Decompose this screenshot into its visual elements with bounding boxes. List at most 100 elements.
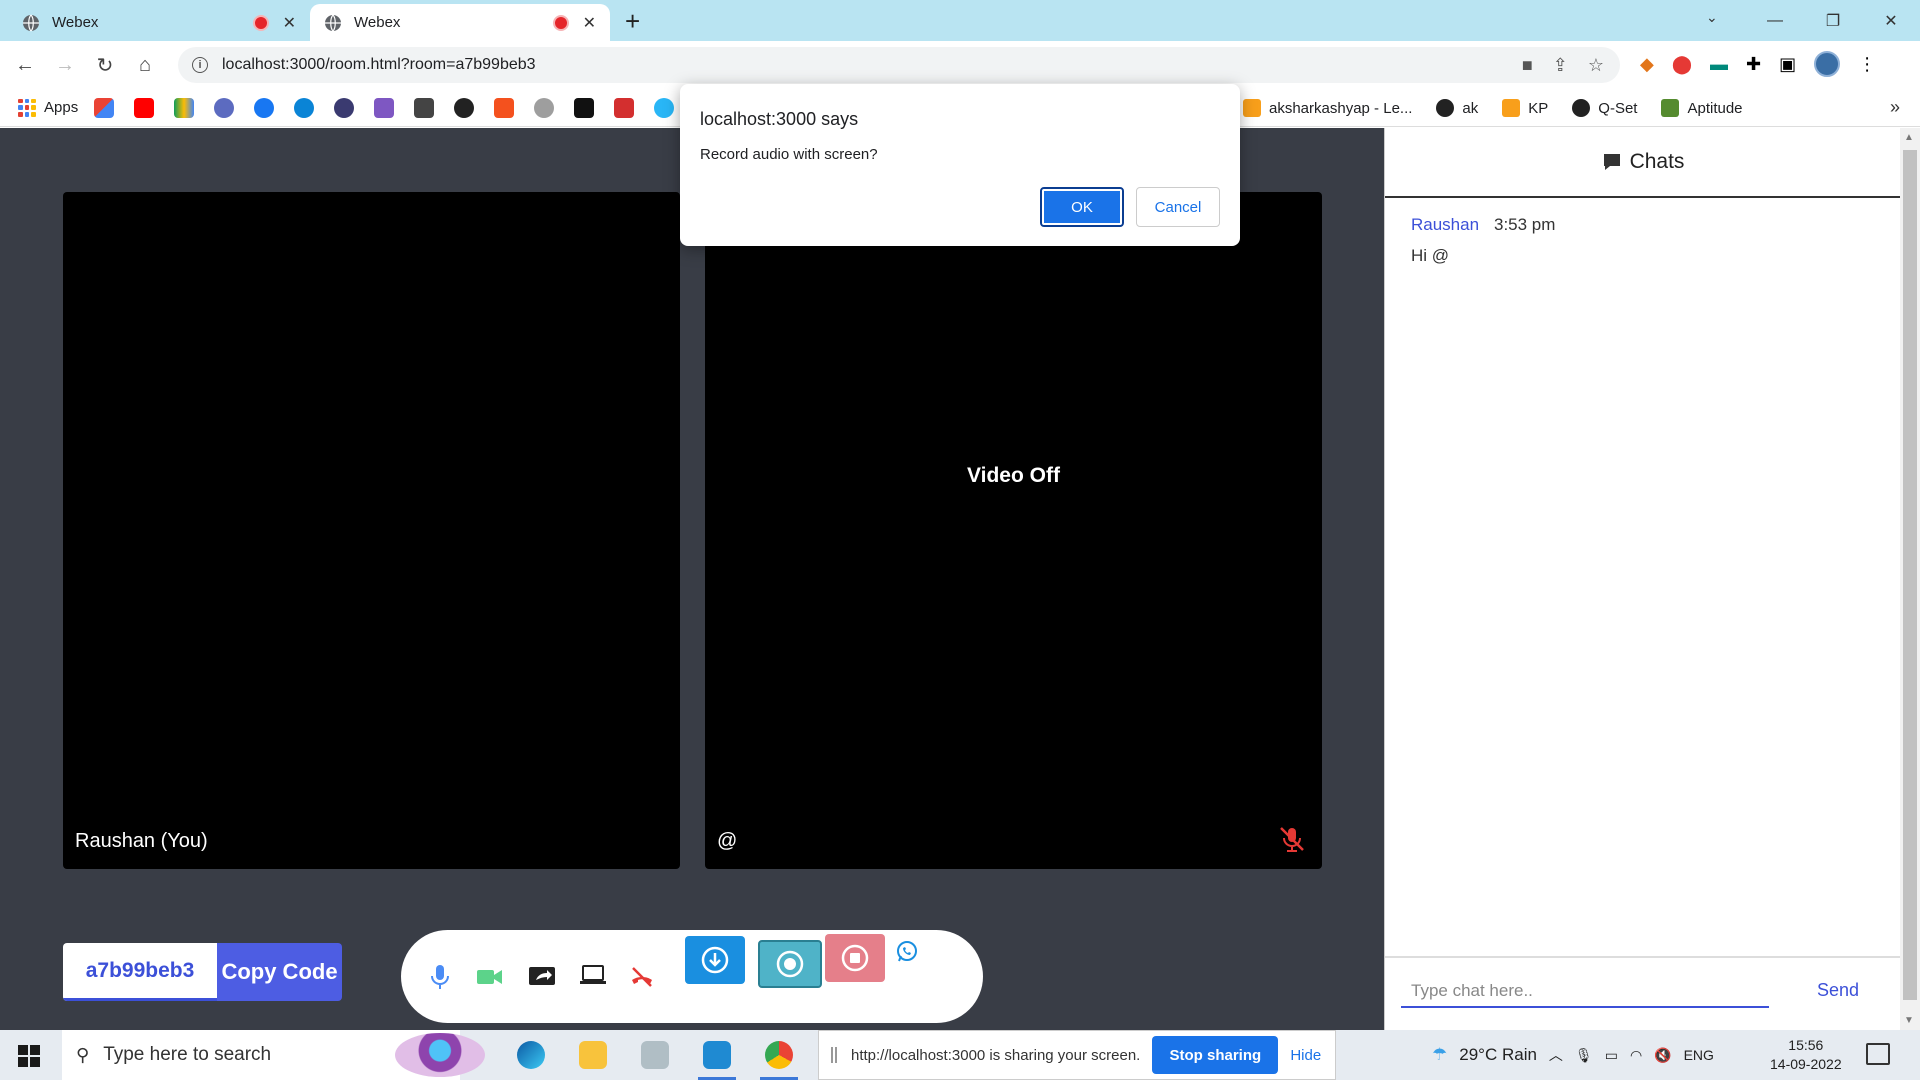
download-recording-button[interactable] — [685, 936, 745, 984]
gmail-icon[interactable] — [94, 97, 115, 118]
page-scrollbar[interactable]: ▲ ▼ — [1900, 128, 1920, 1030]
home-icon[interactable]: ⌂ — [130, 50, 160, 80]
bookmark-leetcode[interactable]: aksharkashyap - Le... — [1243, 99, 1412, 117]
browser-tab-active[interactable]: Webex ✕ — [310, 4, 610, 41]
message-author: Raushan — [1411, 215, 1480, 234]
clock-time: 15:56 — [1788, 1037, 1824, 1053]
chat-panel: Chats Raushan 3:53 pm Hi @ Send — [1384, 128, 1901, 1030]
weather-text[interactable]: 29°C Rain — [1459, 1045, 1537, 1065]
adblock-icon[interactable]: ⬤ — [1672, 54, 1692, 75]
taskbar-clock[interactable]: 15:56 14-09-2022 — [1770, 1036, 1842, 1074]
record-screen-button[interactable] — [758, 940, 822, 988]
camera-in-use-icon[interactable]: ■ — [1522, 55, 1533, 76]
more-bookmarks-icon[interactable]: » — [1890, 97, 1900, 118]
bookmark-star-icon[interactable]: ☆ — [1588, 55, 1604, 76]
scrollbar-thumb[interactable] — [1903, 150, 1917, 1000]
bookmark-apps[interactable]: Apps — [18, 98, 78, 117]
github-icon — [1572, 99, 1591, 117]
microphone-tray-icon[interactable]: 🎙 — [1575, 1047, 1593, 1064]
drive-icon[interactable] — [174, 97, 195, 118]
graduation-cap-icon[interactable] — [414, 97, 435, 118]
browser-tab[interactable]: Webex ✕ — [8, 4, 310, 41]
screen-sharing-bar: http://localhost:3000 is sharing your sc… — [818, 1030, 1336, 1080]
metamask-icon[interactable]: ◆ — [1640, 54, 1654, 75]
restore-icon[interactable]: ❐ — [1804, 0, 1862, 41]
bookmark-qset[interactable]: Q-Set — [1572, 99, 1637, 117]
back-icon[interactable]: ← — [10, 50, 40, 80]
menu-dots-icon[interactable]: ⋮ — [1858, 54, 1876, 75]
bookmark-site-icon[interactable] — [294, 97, 315, 118]
bookmark-site-icon[interactable] — [574, 97, 595, 118]
windows-start-icon[interactable] — [18, 1045, 40, 1067]
facebook-icon[interactable] — [254, 97, 275, 118]
extension-teal-icon[interactable]: ▬ — [1710, 54, 1728, 75]
hide-button[interactable]: Hide — [1290, 1047, 1321, 1064]
bookmark-aptitude[interactable]: Aptitude — [1661, 99, 1743, 117]
bookmark-site-icon[interactable] — [374, 97, 395, 118]
cancel-button[interactable]: Cancel — [1136, 187, 1220, 227]
wifi-icon[interactable]: ◠ — [1630, 1047, 1642, 1064]
close-window-icon[interactable]: ✕ — [1862, 0, 1920, 41]
microphone-icon[interactable] — [425, 962, 455, 992]
extensions-area: ◆ ⬤ ▬ ✚ ▣ ⋮ — [1640, 51, 1876, 77]
share-icon[interactable]: ⇪ — [1553, 55, 1568, 76]
bookmark-site-icon[interactable] — [534, 97, 555, 118]
taskbar-vscode[interactable] — [686, 1030, 748, 1080]
bookmark-site-icon[interactable] — [214, 97, 235, 118]
chat-bubble-icon — [1603, 154, 1620, 170]
message-time: 3:53 pm — [1494, 215, 1556, 234]
github-icon[interactable] — [454, 97, 475, 118]
copy-code-button[interactable]: Copy Code — [217, 943, 342, 1001]
terminal-icon[interactable] — [614, 97, 635, 118]
stop-sharing-button[interactable]: Stop sharing — [1152, 1036, 1279, 1074]
minimize-icon[interactable]: — — [1746, 0, 1804, 41]
scroll-down-icon[interactable]: ▼ — [1904, 1015, 1914, 1026]
taskbar-file-explorer[interactable] — [562, 1030, 624, 1080]
whatsapp-icon[interactable] — [893, 938, 921, 966]
battery-icon[interactable]: ▭ — [1605, 1047, 1618, 1064]
search-highlight-icon[interactable] — [395, 1033, 485, 1077]
bookmark-kp[interactable]: KP — [1502, 99, 1548, 117]
taskbar-chrome[interactable] — [748, 1030, 810, 1080]
side-panel-icon[interactable]: ▣ — [1779, 54, 1796, 75]
end-call-icon[interactable] — [627, 962, 657, 992]
address-bar[interactable]: i localhost:3000/room.html?room=a7b99beb… — [178, 47, 1620, 83]
stop-recording-button[interactable] — [825, 934, 885, 982]
record-icon — [776, 950, 804, 978]
taskbar-photos[interactable] — [624, 1030, 686, 1080]
notification-icon[interactable] — [1866, 1043, 1890, 1065]
chevron-down-icon[interactable]: ⌄ — [1706, 9, 1718, 26]
ok-button[interactable]: OK — [1040, 187, 1124, 227]
weather-icon[interactable]: ☂ — [1432, 1045, 1447, 1065]
chevron-up-icon[interactable]: ︿ — [1549, 1045, 1563, 1065]
bookmark-site-icon[interactable] — [494, 97, 515, 118]
language-indicator[interactable]: ENG — [1684, 1047, 1714, 1063]
taskbar-apps — [500, 1030, 810, 1080]
scroll-up-icon[interactable]: ▲ — [1904, 132, 1914, 143]
chat-header: Chats — [1385, 128, 1901, 198]
send-button[interactable]: Send — [1817, 980, 1859, 1001]
laptop-icon[interactable] — [577, 960, 609, 990]
drag-handle-icon[interactable] — [831, 1047, 837, 1063]
taskbar-edge[interactable] — [500, 1030, 562, 1080]
site-info-icon[interactable]: i — [192, 57, 208, 73]
speaker-muted-icon[interactable]: 🔇 — [1654, 1047, 1671, 1064]
profile-avatar[interactable] — [1814, 51, 1841, 77]
forward-icon[interactable]: → — [50, 50, 80, 80]
room-code-box: a7b99beb3 Copy Code — [63, 943, 342, 1001]
bookmark-ak[interactable]: ak — [1436, 99, 1478, 117]
youtube-icon[interactable] — [134, 97, 155, 118]
codechef-icon[interactable] — [334, 97, 355, 118]
reload-icon[interactable]: ↻ — [90, 50, 120, 80]
video-camera-icon[interactable] — [475, 962, 505, 992]
close-tab-icon[interactable]: ✕ — [583, 13, 596, 33]
screen-share-icon[interactable] — [527, 962, 557, 992]
chat-input[interactable] — [1401, 976, 1769, 1008]
close-tab-icon[interactable]: ✕ — [283, 13, 296, 33]
puzzle-extensions-icon[interactable]: ✚ — [1746, 54, 1761, 75]
folder-icon — [579, 1041, 607, 1069]
new-tab-icon[interactable]: + — [625, 6, 640, 37]
bookmark-site-icon[interactable] — [654, 97, 675, 118]
leetcode-icon — [1502, 99, 1521, 117]
search-placeholder: Type here to search — [103, 1044, 272, 1065]
